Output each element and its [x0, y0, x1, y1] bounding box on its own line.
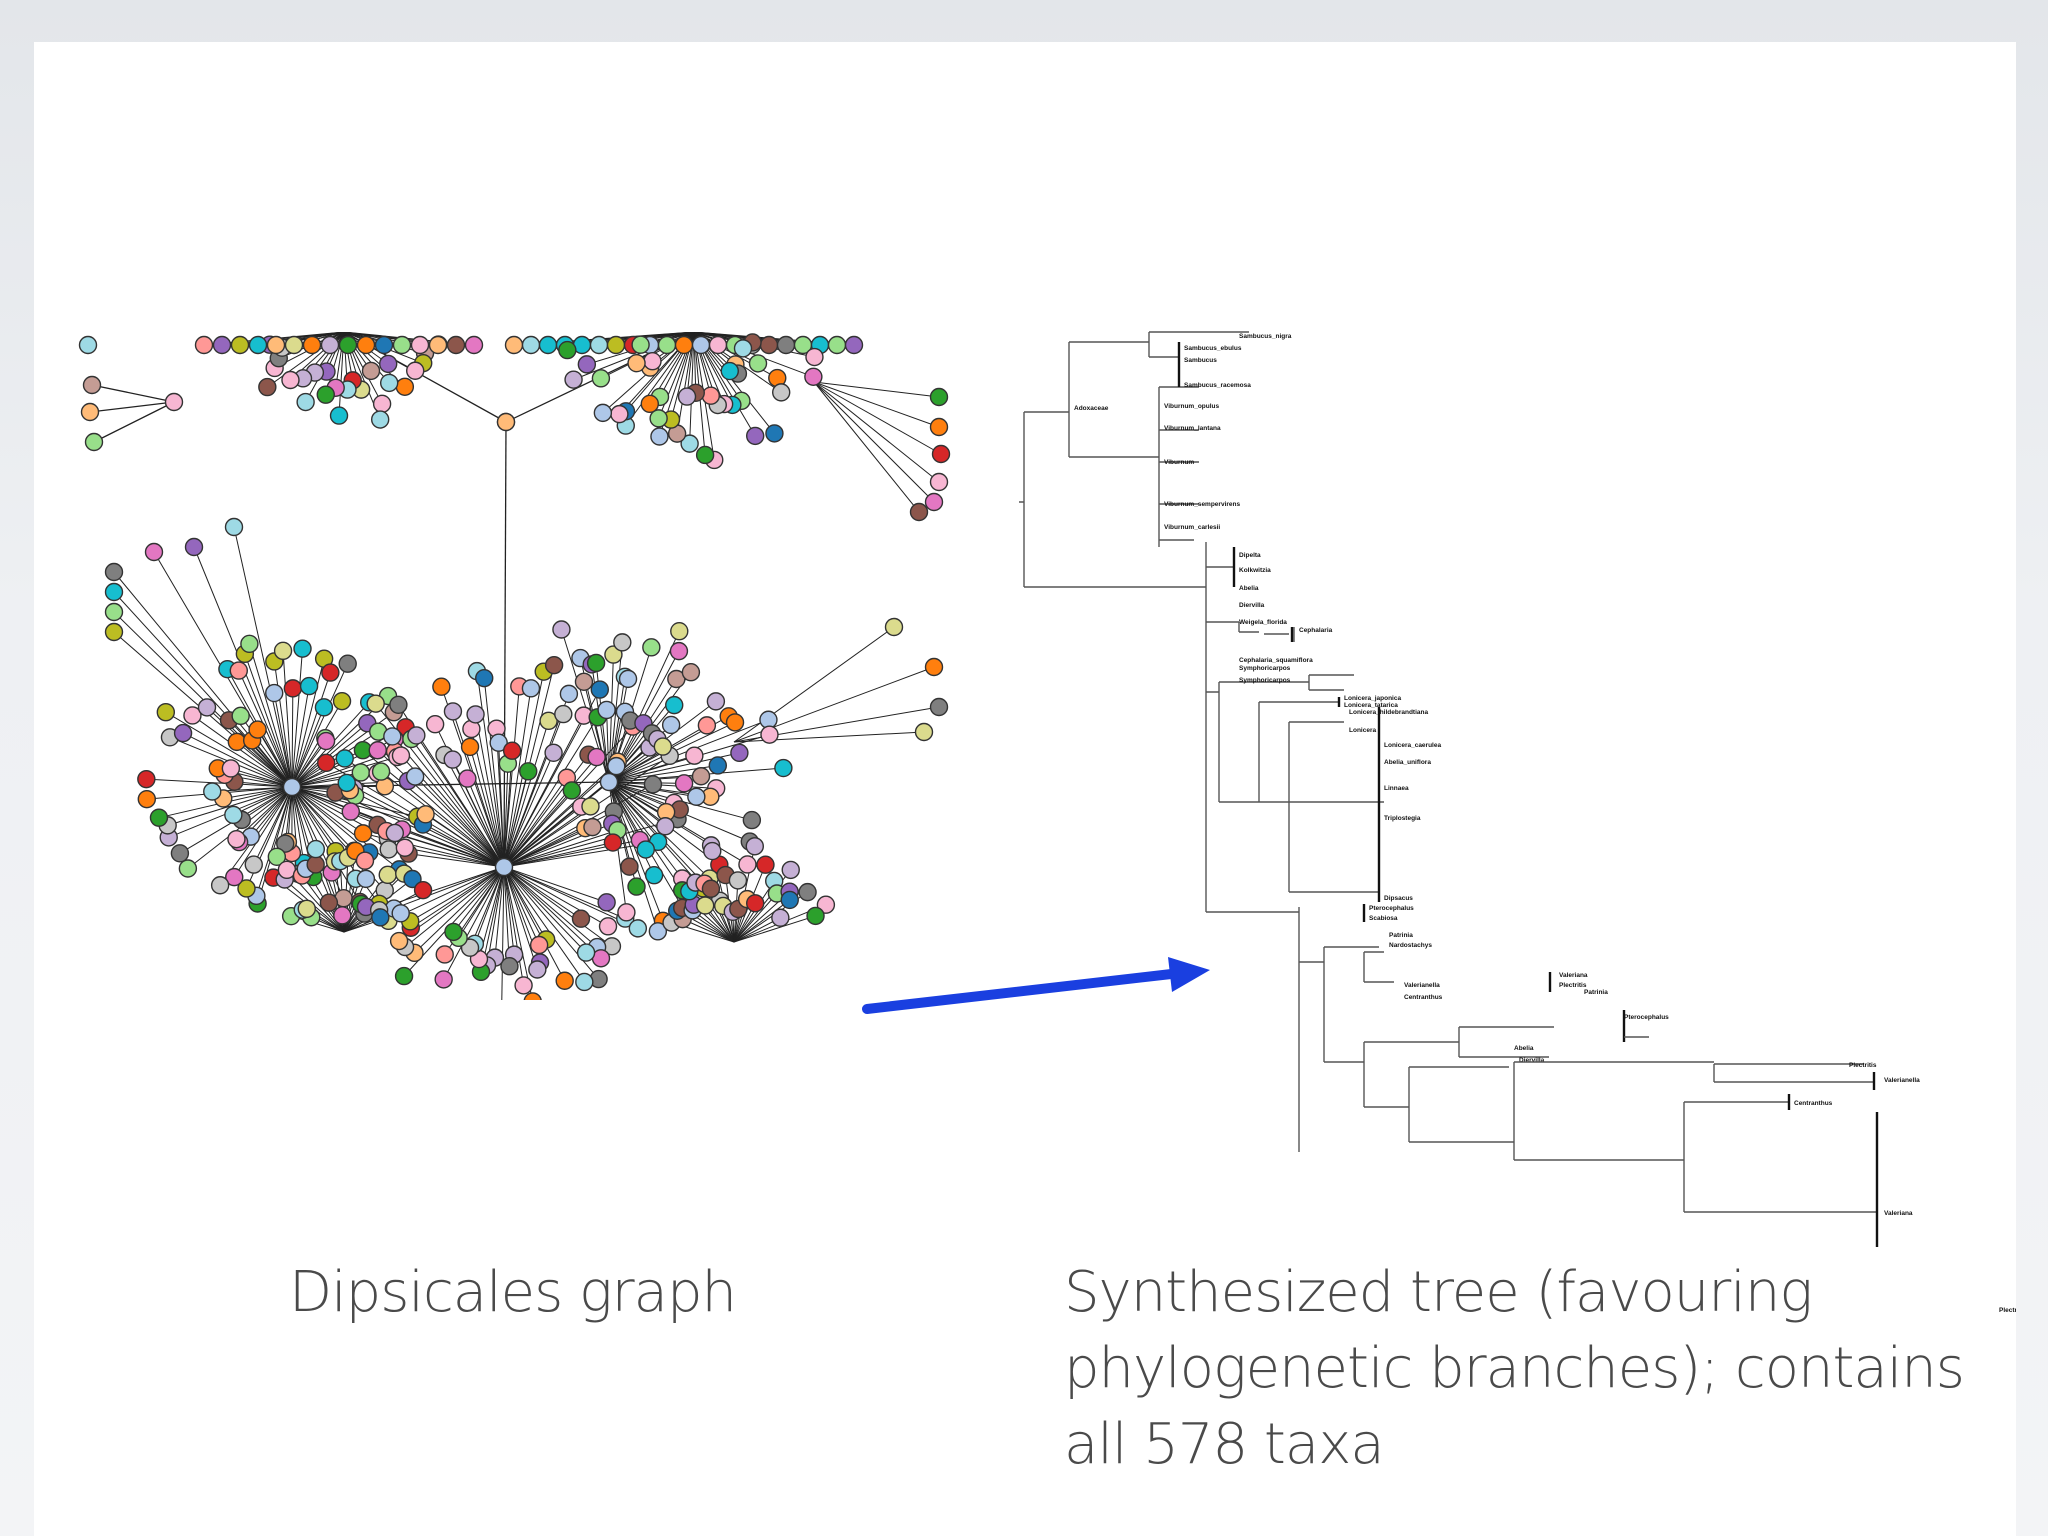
tree-branch	[1683, 1101, 1877, 1213]
tree-taxon-label: Viburnum_opulus	[1164, 403, 1220, 410]
tree-taxon-label: Lonicera	[1349, 727, 1376, 734]
tree-taxon-label: Valeriana	[1559, 972, 1588, 979]
tree-caption: Synthesized tree (favouring phylogenetic…	[1064, 1255, 1965, 1483]
tree-taxon-label: Weigela_florida	[1239, 619, 1287, 626]
tree-taxon-label: Plectritis	[1849, 1062, 1877, 1069]
tree-taxon-label: Sambucus_nigra	[1239, 333, 1292, 340]
tree-branch	[1299, 946, 1379, 1063]
tree-taxon-label: Centranthus	[1404, 994, 1443, 1001]
tree-taxon-label: Scabiosa	[1369, 915, 1398, 922]
tree-taxon-label: Patrinia	[1584, 989, 1608, 996]
tree-taxon-label: Symphoricarpos	[1239, 677, 1291, 684]
tree-branch	[1363, 951, 1394, 983]
graph-caption: Dipsicales graph	[289, 1260, 737, 1325]
tree-taxon-label: Pterocephalus	[1369, 905, 1414, 912]
tree-branch	[1288, 721, 1379, 893]
tree-branch	[1206, 547, 1235, 587]
tree-branch	[1308, 674, 1354, 691]
tree-caption-line-2: phylogenetic branches); contains	[1064, 1336, 1965, 1401]
tree-branch	[1408, 1066, 1514, 1143]
tree-taxon-label: Lonicera_caerulea	[1384, 742, 1441, 749]
tree-taxon-label: Abelia_uniflora	[1384, 759, 1431, 766]
tree-taxon-label: Viburnum	[1164, 459, 1194, 466]
tree-taxon-label: Lonicera_tatarica	[1344, 702, 1398, 709]
tree-taxon-label: Lonicera_hildebrandtiana	[1349, 709, 1428, 716]
tree-taxon-label: Centranthus	[1794, 1100, 1833, 1107]
tree-taxon-label: Dipelta	[1239, 552, 1261, 559]
tree-taxon-label: Viburnum_sempervirens	[1164, 501, 1240, 508]
tree-taxon-label: Cephalaria_squamiflora	[1239, 657, 1313, 664]
tree-branch	[1205, 542, 1249, 913]
slide: Sambucus_nigra Sambucus_ebulus Sambucus Sam…	[34, 42, 2016, 1536]
tree-taxon-label: Nardostachys	[1389, 942, 1432, 949]
tree-branch	[1264, 627, 1295, 642]
tree-taxon-label: Cephalaria	[1299, 627, 1333, 634]
tree-branch	[1363, 1041, 1459, 1108]
tree-branch	[1458, 1026, 1554, 1058]
tree-taxon-label: Linnaea	[1384, 785, 1409, 792]
tree-branch	[1206, 681, 1309, 803]
tree-branch	[1258, 701, 1384, 803]
tree-taxon-label: Triplostegia	[1384, 815, 1421, 822]
tree-caption-line-1: Synthesized tree (favouring	[1064, 1260, 1813, 1325]
tree-taxon-label: Diervilla	[1239, 602, 1265, 609]
tree-taxon-label: Plectritis	[1559, 982, 1587, 989]
tree-taxon-label: Symphoricarpos	[1239, 665, 1291, 672]
tree-caption-line-3: all 578 taxa	[1064, 1412, 1385, 1477]
tree-taxon-label: Adoxaceae	[1074, 405, 1109, 412]
tree-taxon-label: Valerianella	[1884, 1077, 1920, 1084]
tree-branch	[1068, 341, 1159, 458]
tree-taxon-label: Plectritis	[1999, 1307, 2016, 1314]
tree-taxon-label: Dipsacus	[1384, 895, 1413, 902]
tree-taxon-label: Sambucus_racemosa	[1184, 382, 1251, 389]
tree-taxon-label: Diervilla	[1519, 1057, 1545, 1064]
tree-branch	[1249, 907, 1300, 1152]
tree-taxon-label: Viburnum_carlesii	[1164, 524, 1220, 531]
tree-taxon-label: Kolkwitzia	[1239, 567, 1271, 574]
tree-taxon-label: Viburnum_lantana	[1164, 425, 1221, 432]
tree-taxon-label: Abelia	[1514, 1045, 1534, 1052]
tree-taxon-label: Sambucus	[1184, 357, 1217, 364]
tree-branch	[1158, 386, 1199, 547]
tree-taxon-label: Sambucus_ebulus	[1184, 345, 1242, 352]
tree-branch	[1019, 411, 1206, 588]
tree-taxon-label: Pterocephalus	[1624, 1014, 1669, 1021]
tree-taxon-label: Valeriana	[1884, 1210, 1913, 1217]
tree-taxon-label: Patrinia	[1389, 932, 1413, 939]
tree-taxon-label: Lonicera_japonica	[1344, 695, 1401, 702]
tree-taxon-label: Valerianella	[1404, 982, 1440, 989]
tree-taxon-label: Abelia	[1239, 585, 1259, 592]
